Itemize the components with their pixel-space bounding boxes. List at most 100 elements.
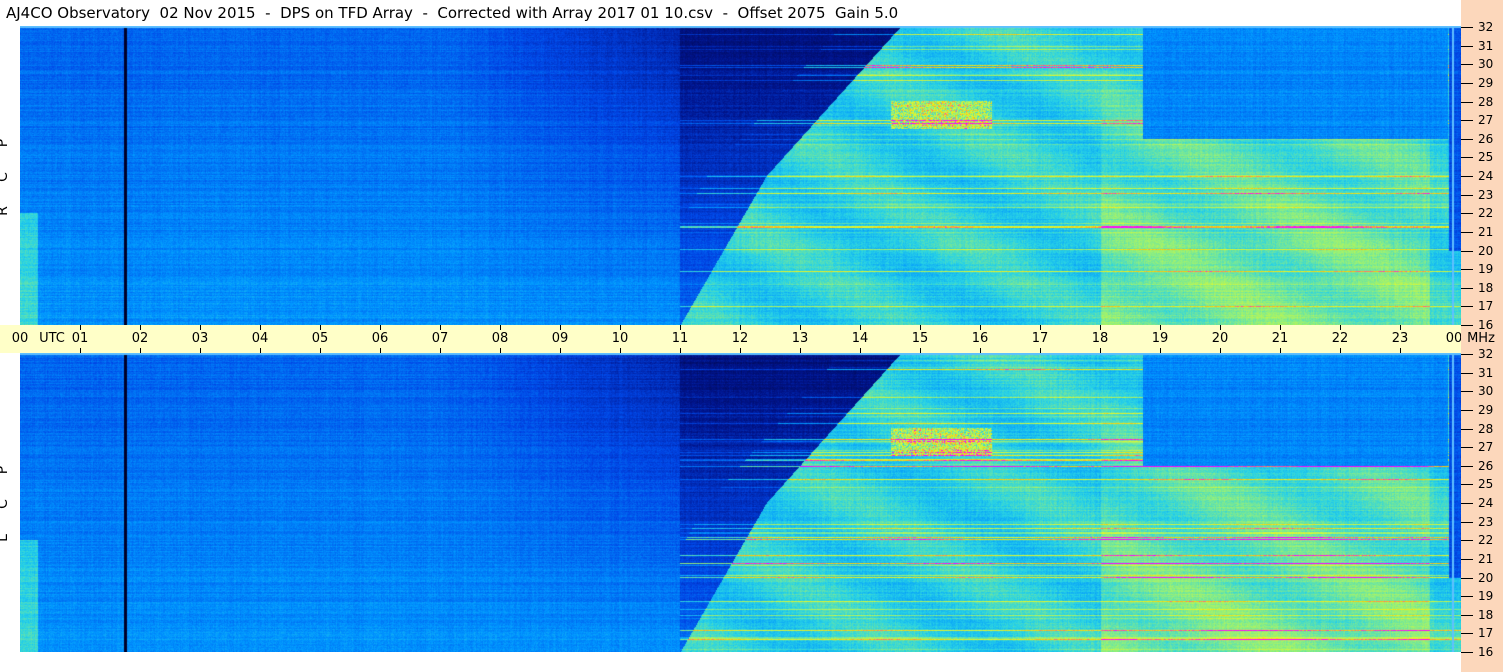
freq-tick	[1461, 250, 1473, 252]
freq-tick	[1461, 540, 1473, 542]
time-tick-label: 09	[551, 331, 569, 346]
freq-tick-label: 23	[1478, 514, 1494, 529]
freq-tick	[1461, 306, 1473, 308]
time-tick	[320, 325, 321, 330]
freq-tick-label: 24	[1478, 169, 1494, 183]
freq-tick-label: 29	[1478, 402, 1494, 417]
freq-tick	[1461, 27, 1473, 28]
freq-tick-label: 21	[1478, 224, 1494, 239]
freq-tick-label: 21	[1478, 551, 1494, 566]
time-axis: 00 01 02 03 04 05 06 07 08 09 10 11 12 13 14 15 16 17 18 19…	[0, 325, 1495, 353]
time-tick-label: 19	[1151, 331, 1169, 346]
time-tick	[1340, 348, 1341, 353]
freq-tick	[1461, 596, 1473, 598]
freq-tick	[1461, 194, 1473, 196]
freq-tick-label: 26	[1478, 458, 1494, 473]
time-tick-label: 03	[191, 331, 209, 346]
freq-tick	[1461, 138, 1473, 140]
freq-tick-label: 24	[1478, 496, 1494, 510]
time-tick	[140, 348, 141, 353]
time-tick-label: 06	[371, 331, 389, 346]
time-tick	[920, 348, 921, 353]
time-tick	[560, 348, 561, 353]
freq-tick-label: 29	[1478, 75, 1494, 90]
time-tick	[200, 325, 201, 330]
freq-tick	[1461, 325, 1473, 326]
freq-tick-label: 22	[1478, 533, 1494, 548]
time-tick	[140, 325, 141, 330]
freq-tick	[1461, 558, 1473, 560]
time-tick	[680, 348, 681, 353]
freq-tick-label: 26	[1478, 131, 1494, 146]
freq-tick-label: 23	[1478, 187, 1494, 202]
time-tick-label: 14	[851, 331, 869, 346]
freq-tick-label: 19	[1478, 262, 1494, 277]
freq-tick	[1461, 287, 1473, 289]
time-tick	[1100, 325, 1101, 330]
freq-tick	[1461, 577, 1473, 579]
time-tick	[1160, 325, 1161, 330]
freq-tick	[1461, 428, 1473, 430]
time-tick	[500, 348, 501, 353]
freq-tick-label: 19	[1478, 589, 1494, 604]
freq-tick-label: 30	[1478, 57, 1494, 72]
time-tick-label: 17	[1031, 331, 1049, 346]
time-tick	[740, 325, 741, 330]
freq-tick-label: 30	[1478, 384, 1494, 399]
time-tick-label: 15	[911, 331, 929, 346]
time-tick	[740, 348, 741, 353]
freq-tick-label: 25	[1478, 150, 1494, 165]
freq-tick-label: 27	[1478, 113, 1494, 128]
time-tick	[1280, 348, 1281, 353]
time-tick	[680, 325, 681, 330]
time-tick-label: 01	[71, 331, 89, 346]
freq-tick-label: 25	[1478, 477, 1494, 492]
time-tick-label: 07	[431, 331, 449, 346]
chart-title: AJ4CO Observatory 02 Nov 2015 - DPS on T…	[6, 4, 899, 22]
freq-tick	[1461, 484, 1473, 486]
freq-tick-label: 16	[1478, 645, 1494, 659]
time-tick	[1040, 348, 1041, 353]
time-tick	[800, 348, 801, 353]
time-tick-label: 23	[1391, 331, 1409, 346]
freq-tick	[1461, 82, 1473, 84]
rcp-label: PCR	[0, 126, 20, 228]
freq-tick	[1461, 64, 1473, 66]
time-tick-label: 02	[131, 331, 149, 346]
time-tick	[860, 348, 861, 353]
freq-tick	[1461, 213, 1473, 215]
time-tick	[980, 325, 981, 330]
time-tick-label: 00	[11, 331, 29, 346]
time-tick	[260, 348, 261, 353]
time-tick	[260, 325, 261, 330]
time-tick	[1100, 348, 1101, 353]
time-tick-label: 00	[1445, 331, 1463, 346]
time-tick-label: 21	[1271, 331, 1289, 346]
freq-tick-label: 32	[1478, 20, 1494, 34]
time-tick-label: 22	[1331, 331, 1349, 346]
time-tick	[1340, 325, 1341, 330]
time-tick	[380, 325, 381, 330]
rcp-spectrogram	[20, 26, 1461, 325]
time-tick	[1220, 348, 1221, 353]
time-tick	[80, 348, 81, 353]
freq-tick-label: 17	[1478, 626, 1494, 641]
freq-tick-label: 18	[1478, 607, 1494, 622]
time-tick-label: 08	[491, 331, 509, 346]
time-tick	[380, 348, 381, 353]
freq-tick	[1461, 45, 1473, 47]
freq-tick-label: 28	[1478, 94, 1494, 109]
time-tick	[620, 348, 621, 353]
time-tick	[1400, 348, 1401, 353]
freq-tick	[1461, 269, 1473, 271]
time-tick-label: 18	[1091, 331, 1109, 346]
time-tick	[1220, 325, 1221, 330]
time-tick-label: 12	[731, 331, 749, 346]
freq-tick-label: 31	[1478, 365, 1494, 380]
freq-tick-label: 20	[1478, 243, 1494, 258]
freq-tick	[1461, 157, 1473, 159]
freq-tick	[1461, 354, 1473, 355]
freq-tick-label: 31	[1478, 38, 1494, 53]
freq-tick	[1461, 633, 1473, 635]
time-tick-label: 04	[251, 331, 269, 346]
